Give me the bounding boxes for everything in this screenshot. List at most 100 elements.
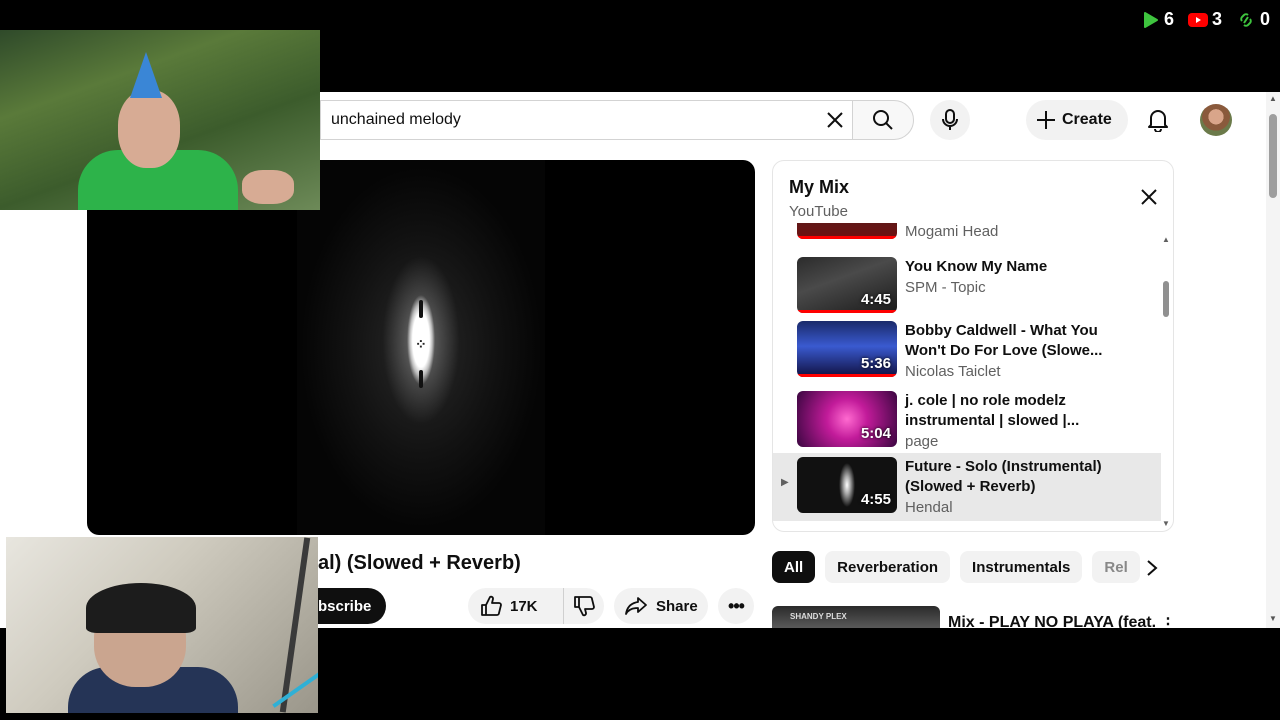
notifications-button[interactable]	[1140, 100, 1176, 140]
party-hat	[130, 52, 162, 98]
like-count: 17K	[510, 597, 538, 615]
playlist-thumbnail	[797, 223, 897, 239]
visual-dots: ⁘	[415, 336, 427, 352]
create-label: Create	[1062, 111, 1112, 128]
silhouette-top	[419, 300, 423, 318]
search-input[interactable]	[329, 110, 789, 130]
playlist-item-title: You Know My Name	[905, 258, 1048, 275]
viewer-count: 6	[1163, 9, 1174, 29]
watched-bar	[797, 374, 897, 377]
video-duration: 4:45	[860, 291, 891, 308]
filter-chips: All Reverberation Instrumentals Rel	[772, 551, 1172, 585]
playlist-channel: Nicolas Taiclet	[905, 363, 1001, 380]
youtube-counter: 3	[1187, 9, 1222, 30]
thumbs-down-icon	[574, 596, 595, 617]
video-duration: 5:36	[860, 355, 891, 372]
playlist-thumbnail: 4:55	[797, 457, 897, 513]
now-playing-icon: ▶	[781, 477, 789, 488]
stream-counters: 6 3 0	[1142, 9, 1270, 30]
link-count: 0	[1259, 9, 1270, 29]
webcam-bottom	[6, 537, 318, 713]
chip-related[interactable]: Rel	[1092, 551, 1140, 583]
create-button[interactable]: Create	[1026, 100, 1128, 140]
search-icon	[873, 110, 893, 130]
more-icon: •••	[728, 595, 745, 616]
recommendation-title[interactable]: Mix - PLAY NO PLAYA (feat.	[948, 614, 1156, 628]
playlist-scroll-up[interactable]: ▲	[1162, 235, 1170, 244]
playlist-scrollbar[interactable]	[1163, 281, 1169, 317]
playlist-item[interactable]: Mogami Head	[773, 223, 1161, 247]
scroll-up-arrow[interactable]: ▲	[1269, 94, 1277, 103]
playlist-title: My Mix	[789, 177, 850, 197]
youtube-count: 3	[1211, 9, 1222, 29]
clear-search-button[interactable]	[820, 100, 850, 140]
playlist-channel: page	[905, 433, 939, 450]
close-icon	[827, 112, 843, 128]
youtube-icon	[1187, 12, 1208, 27]
more-actions-button[interactable]: •••	[718, 588, 754, 624]
cable	[272, 670, 318, 708]
recommendation-thumbnail[interactable]: SHANDY PLEX	[772, 606, 940, 628]
video-frame: ⁘	[297, 160, 545, 535]
link-icon	[1240, 12, 1252, 27]
playlist-item-title: j. cole | no role modelz instrumental | …	[905, 392, 1080, 429]
close-playlist-button[interactable]	[1137, 185, 1161, 209]
baseball-cap	[86, 583, 196, 633]
voice-search-button[interactable]	[930, 100, 970, 140]
playlist-item-title: Bobby Caldwell - What You Won't Do For L…	[905, 322, 1103, 359]
search-box[interactable]	[320, 100, 864, 140]
share-label: Share	[656, 597, 698, 615]
playlist-item[interactable]: 5:04 j. cole | no role modelz instrument…	[773, 387, 1161, 455]
share-button[interactable]: Share	[614, 588, 708, 624]
playlist-thumbnail: 5:36	[797, 321, 897, 377]
dislike-button[interactable]	[564, 588, 604, 624]
page-scrollbar[interactable]: ▲ ▼	[1266, 92, 1280, 628]
playlist-channel: SPM - Topic	[905, 279, 986, 296]
playlist-items: Mogami Head 4:45 You Know My Name SPM - …	[773, 223, 1161, 531]
chip-reverberation[interactable]: Reverberation	[825, 551, 951, 583]
playlist-thumbnail: 5:04	[797, 391, 897, 447]
webcam-top	[0, 30, 320, 210]
chevron-right-icon	[1147, 560, 1158, 576]
video-player[interactable]: ⁘	[87, 160, 755, 535]
playlist-item-title: Future - Solo (Instrumental) (Slowed + R…	[905, 458, 1102, 495]
playlist-item[interactable]: 5:36 Bobby Caldwell - What You Won't Do …	[773, 317, 1161, 385]
viewer-counter: 6	[1142, 9, 1174, 30]
playlist-thumbnail: 4:45	[797, 257, 897, 313]
recommendation-menu-button[interactable]: ⋮	[1160, 614, 1176, 628]
playlist-item[interactable]: 4:45 You Know My Name SPM - Topic	[773, 253, 1161, 321]
thumbs-up-icon	[481, 595, 502, 616]
chip-instrumentals[interactable]: Instrumentals	[960, 551, 1083, 583]
playlist-scroll-down[interactable]: ▼	[1162, 519, 1170, 528]
playlist-subtitle: YouTube	[789, 203, 848, 220]
green-play-icon	[1143, 11, 1158, 28]
playlist-item-active[interactable]: ▶ 4:55 Future - Solo (Instrumental) (Slo…	[773, 453, 1161, 521]
mix-playlist-panel: My Mix YouTube Mogami Head 4:45 You Know…	[772, 160, 1174, 532]
bell-icon	[1148, 110, 1168, 132]
plus-icon	[1037, 111, 1055, 129]
chip-all[interactable]: All	[772, 551, 816, 583]
watched-bar	[797, 310, 897, 313]
like-dislike-group: 17K	[468, 588, 604, 624]
playlist-channel: Mogami Head	[905, 223, 999, 240]
like-button[interactable]: 17K	[468, 588, 564, 624]
video-duration: 5:04	[860, 425, 891, 442]
thumbnail-text: SHANDY PLEX	[790, 612, 847, 621]
webcam-person-face	[118, 90, 180, 168]
link-counter: 0	[1236, 9, 1270, 30]
share-icon	[625, 597, 647, 615]
watched-bar	[797, 236, 897, 239]
page-scroll-thumb[interactable]	[1269, 114, 1277, 198]
search-button[interactable]	[852, 100, 914, 140]
silhouette-bottom	[419, 370, 423, 388]
playlist-channel: Hendal	[905, 499, 953, 516]
lamp	[279, 537, 311, 713]
account-avatar[interactable]	[1200, 104, 1232, 136]
close-icon	[1141, 189, 1157, 205]
video-title: al) (Slowed + Reverb)	[318, 552, 521, 574]
video-duration: 4:55	[860, 491, 891, 508]
webcam-person-hand	[242, 170, 294, 204]
scroll-down-arrow[interactable]: ▼	[1269, 614, 1277, 623]
microphone-icon	[942, 109, 958, 130]
chips-next-button[interactable]	[1138, 554, 1166, 582]
